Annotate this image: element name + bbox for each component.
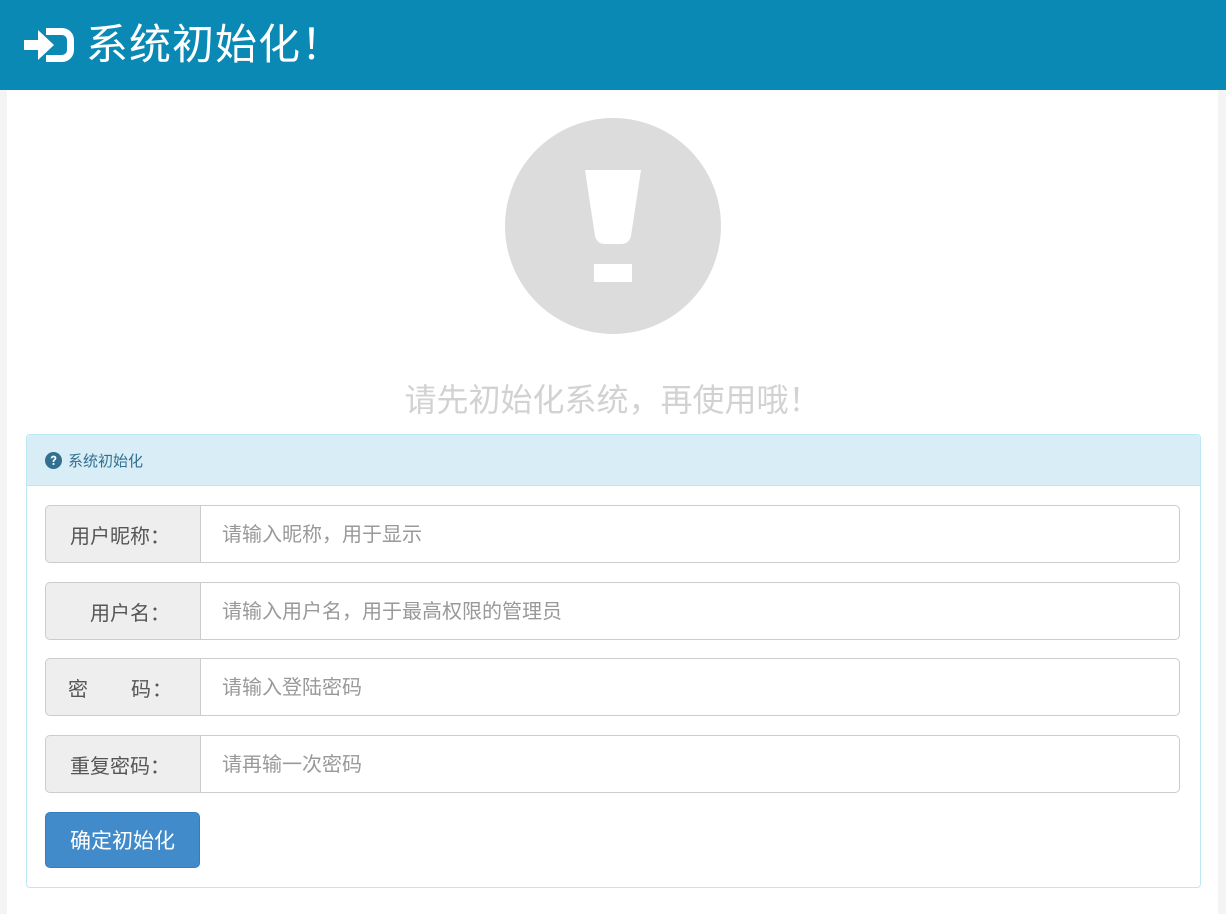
init-notice: 请先初始化系统，再使用哦！ bbox=[404, 381, 821, 419]
password-label-text: 密 码： bbox=[68, 676, 172, 701]
password-label: 密 码： bbox=[45, 658, 200, 716]
username-label: 用户名： bbox=[45, 582, 200, 640]
username-input[interactable] bbox=[200, 582, 1180, 640]
page-title: 系统初始化！ bbox=[86, 20, 345, 69]
nickname-input[interactable] bbox=[200, 505, 1180, 563]
confirm-init-button[interactable]: 确定初始化 bbox=[45, 812, 200, 868]
question-circle-icon bbox=[45, 451, 62, 469]
username-row: 用户名： bbox=[45, 582, 1180, 640]
confirm-password-label: 重复密码： bbox=[45, 735, 200, 793]
confirm-password-row: 重复密码： bbox=[45, 735, 1180, 793]
nickname-label: 用户昵称： bbox=[45, 505, 200, 563]
panel-title: 系统初始化 bbox=[68, 451, 144, 470]
nickname-row: 用户昵称： bbox=[45, 505, 1180, 563]
exclamation-icon bbox=[585, 170, 641, 282]
password-row: 密 码： bbox=[45, 658, 1180, 716]
alert-badge bbox=[505, 118, 721, 334]
panel-heading: 系统初始化 bbox=[27, 435, 1200, 486]
confirm-password-input[interactable] bbox=[200, 735, 1180, 793]
password-input[interactable] bbox=[200, 658, 1180, 716]
main-content: 请先初始化系统，再使用哦！ 系统初始化 用户昵称： 用户名： 密 码： bbox=[7, 90, 1218, 914]
header-bar: 系统初始化！ bbox=[0, 0, 1226, 90]
sign-in-icon bbox=[24, 28, 74, 62]
init-panel: 系统初始化 用户昵称： 用户名： 密 码： 重复密码： 确定初始化 bbox=[26, 434, 1201, 888]
